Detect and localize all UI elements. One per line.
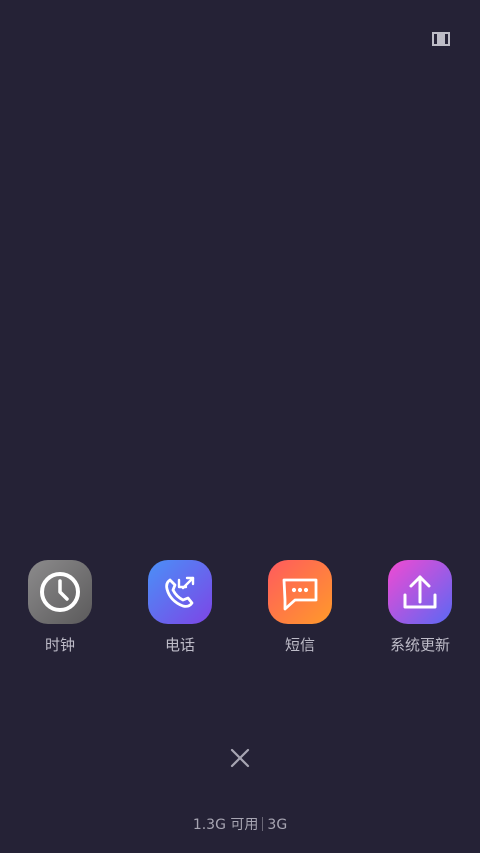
app-label: 短信: [284, 636, 315, 654]
recent-apps-row: 时钟 电话 短信 系统更新: [0, 560, 480, 670]
message-icon: [268, 560, 332, 624]
system-update-icon: [388, 560, 452, 624]
app-label: 电话: [164, 636, 195, 654]
app-message[interactable]: 短信: [240, 560, 360, 670]
clock-icon: [28, 560, 92, 624]
memory-available-label: 1.3G 可用: [192, 817, 259, 833]
multi-window-icon[interactable]: [432, 31, 450, 46]
close-icon[interactable]: [228, 746, 252, 770]
app-phone[interactable]: 电话: [120, 560, 240, 670]
app-clock[interactable]: 时钟: [0, 560, 120, 670]
memory-total-label: 3G: [267, 817, 288, 833]
memory-status: 1.3G 可用 3G: [0, 816, 480, 834]
divider: [262, 817, 264, 831]
app-label: 时钟: [44, 636, 75, 654]
app-label: 系统更新: [389, 636, 450, 654]
app-system-update[interactable]: 系统更新: [360, 560, 480, 670]
phone-icon: [148, 560, 212, 624]
